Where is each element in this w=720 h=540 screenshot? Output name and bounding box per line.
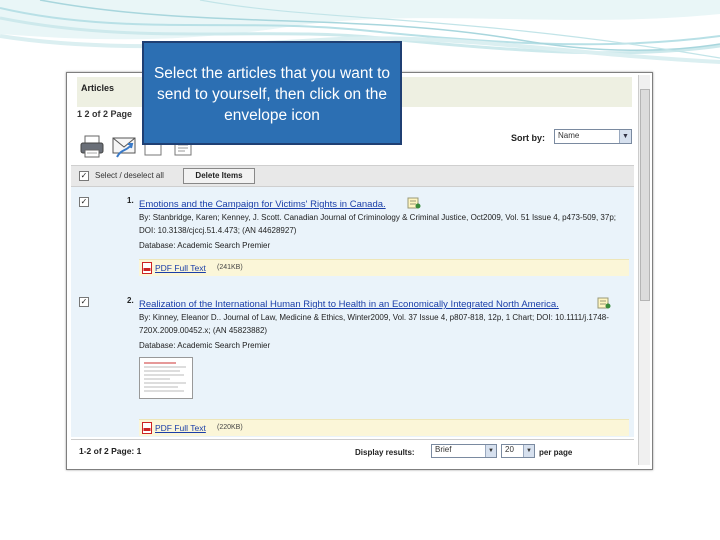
- display-mode-select[interactable]: Brief ▼: [431, 444, 497, 458]
- printer-icon[interactable]: [79, 133, 105, 159]
- result-database: Database: Academic Search Premier: [139, 241, 271, 250]
- articles-title: Articles: [81, 83, 115, 93]
- sort-by-select[interactable]: Name ▼: [554, 129, 632, 144]
- pdf-full-text-row: PDF Full Text (220KB): [139, 419, 629, 436]
- result-title-link[interactable]: Realization of the International Human R…: [139, 299, 559, 310]
- result-database: Database: Academic Search Premier: [139, 341, 271, 350]
- scrollbar-thumb[interactable]: [640, 89, 650, 301]
- pdf-full-text-row: PDF Full Text (241KB): [139, 259, 629, 276]
- chevron-down-icon[interactable]: ▼: [619, 130, 631, 143]
- envelope-icon[interactable]: [111, 133, 137, 159]
- sort-by-value: Name: [558, 131, 580, 140]
- per-page-value: 20: [505, 445, 514, 454]
- select-all-checkbox[interactable]: ✓: [79, 171, 89, 181]
- per-page-label: per page: [539, 448, 573, 457]
- list-item: ✓ 1. Emotions and the Campaign for Victi…: [71, 187, 634, 287]
- result-checkbox[interactable]: ✓: [79, 197, 89, 207]
- pdf-icon[interactable]: [142, 422, 152, 434]
- vertical-scrollbar[interactable]: [638, 75, 650, 465]
- select-bar: ✓ Select / deselect all Delete Items: [71, 165, 634, 187]
- per-page-select[interactable]: 20 ▼: [501, 444, 535, 458]
- pdf-size: (241KB): [217, 264, 243, 271]
- result-title-link[interactable]: Emotions and the Campaign for Victims' R…: [139, 199, 386, 210]
- instruction-callout-text: Select the articles that you want to sen…: [153, 65, 391, 124]
- result-checkbox[interactable]: ✓: [79, 297, 89, 307]
- pdf-icon[interactable]: [142, 262, 152, 274]
- display-results-label: Display results:: [355, 448, 415, 457]
- delete-items-button[interactable]: Delete Items: [183, 168, 255, 184]
- sort-by-label: Sort by:: [511, 133, 546, 143]
- pdf-size: (220KB): [217, 424, 243, 431]
- bottom-pager[interactable]: 1-2 of 2 Page: 1: [79, 446, 141, 456]
- chevron-down-icon[interactable]: ▼: [523, 445, 534, 457]
- pdf-full-text-link[interactable]: PDF Full Text: [155, 423, 206, 433]
- notes-icon[interactable]: [407, 197, 421, 209]
- list-item: ✓ 2. Realization of the International Hu…: [71, 293, 634, 437]
- result-number: 1.: [127, 196, 134, 205]
- top-pager[interactable]: 1 2 of 2 Page: [77, 109, 132, 119]
- instruction-callout: Select the articles that you want to sen…: [142, 41, 402, 145]
- display-mode-value: Brief: [435, 445, 452, 454]
- result-citation: By: Kinney, Eleanor D.. Journal of Law, …: [139, 313, 609, 335]
- results-footer: 1-2 of 2 Page: 1 Display results: Brief …: [71, 439, 634, 462]
- results-list: ✓ 1. Emotions and the Campaign for Victi…: [71, 187, 634, 437]
- chevron-down-icon[interactable]: ▼: [485, 445, 496, 457]
- pdf-full-text-link[interactable]: PDF Full Text: [155, 263, 206, 273]
- article-thumbnail[interactable]: [139, 357, 193, 399]
- result-number: 2.: [127, 296, 134, 305]
- select-all-label[interactable]: Select / deselect all: [95, 171, 164, 180]
- result-citation: By: Stanbridge, Karen; Kenney, J. Scott.…: [139, 213, 617, 235]
- notes-icon[interactable]: [597, 297, 611, 309]
